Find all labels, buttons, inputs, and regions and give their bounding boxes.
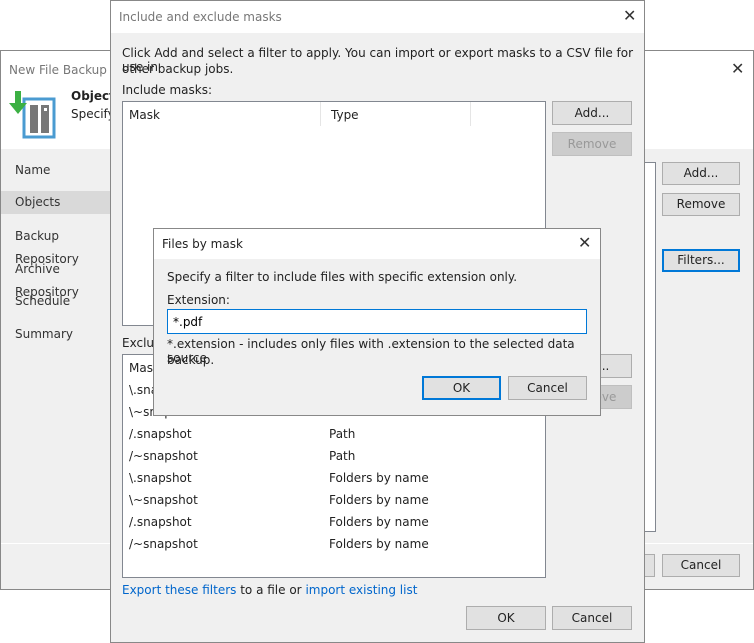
extension-input[interactable] bbox=[167, 309, 587, 334]
cell-mask: \~snapshot bbox=[129, 493, 198, 507]
export-import-line: Export these filters to a file or import… bbox=[122, 583, 417, 597]
col-divider bbox=[470, 102, 471, 126]
include-remove-button[interactable]: Remove bbox=[552, 132, 632, 156]
list-header: Mask Type bbox=[129, 104, 545, 126]
extension-label: Extension: bbox=[167, 293, 230, 307]
sidebar-item-backup-repository[interactable]: Backup Repository bbox=[1, 225, 111, 266]
close-icon[interactable]: ✕ bbox=[578, 233, 591, 252]
table-row[interactable]: \.snapshot Folders by name bbox=[129, 467, 545, 489]
cell-type: Path bbox=[329, 449, 356, 463]
cell-type: Folders by name bbox=[329, 537, 429, 551]
dialog-title: Files by mask bbox=[154, 229, 600, 259]
table-row[interactable]: /.snapshot Folders by name bbox=[129, 511, 545, 533]
help-text-2: backup. bbox=[167, 353, 215, 367]
cell-mask: \.snapshot bbox=[129, 471, 192, 485]
help-text-1: *.extension - includes only files with .… bbox=[167, 337, 575, 365]
files-by-mask-dialog: Files by mask ✕ Specify a filter to incl… bbox=[153, 228, 601, 416]
sidebar-item-name[interactable]: Name bbox=[1, 159, 111, 182]
table-row[interactable]: \~snapshot Folders by name bbox=[129, 489, 545, 511]
backup-job-icon bbox=[9, 91, 56, 139]
cancel-button[interactable]: Cancel bbox=[508, 376, 587, 400]
table-row[interactable]: /~snapshot Path bbox=[129, 445, 545, 467]
cancel-button[interactable]: Cancel bbox=[662, 554, 740, 577]
add-button[interactable]: Add... bbox=[662, 162, 740, 185]
cell-type: Folders by name bbox=[329, 493, 429, 507]
close-icon[interactable]: ✕ bbox=[623, 6, 636, 25]
include-add-button[interactable]: Add... bbox=[552, 101, 632, 125]
sidebar-item-objects[interactable]: Objects bbox=[1, 191, 111, 214]
col-divider bbox=[320, 102, 321, 126]
link-connector-text: to a file or bbox=[236, 583, 306, 597]
ok-button[interactable]: OK bbox=[422, 376, 501, 400]
cell-mask: /~snapshot bbox=[129, 449, 198, 463]
cancel-button[interactable]: Cancel bbox=[552, 606, 632, 630]
cell-mask: /~snapshot bbox=[129, 537, 198, 551]
filters-button[interactable]: Filters... bbox=[662, 249, 740, 272]
dialog-title: Include and exclude masks bbox=[111, 1, 644, 33]
ok-button[interactable]: OK bbox=[466, 606, 546, 630]
header-subtitle: Specify bbox=[71, 107, 115, 121]
close-icon[interactable]: ✕ bbox=[731, 59, 744, 78]
cell-type: Path bbox=[329, 427, 356, 441]
cell-mask: /.snapshot bbox=[129, 515, 192, 529]
import-list-link[interactable]: import existing list bbox=[305, 583, 417, 597]
sidebar-item-archive-repository[interactable]: Archive Repository bbox=[1, 258, 111, 299]
cell-mask: /.snapshot bbox=[129, 427, 192, 441]
export-filters-link[interactable]: Export these filters bbox=[122, 583, 236, 597]
description: Specify a filter to include files with s… bbox=[167, 270, 518, 284]
sidebar-item-summary[interactable]: Summary bbox=[1, 323, 111, 346]
include-masks-label: Include masks: bbox=[122, 83, 213, 97]
sidebar-item-schedule[interactable]: Schedule bbox=[1, 290, 111, 313]
intro-text-2: other backup jobs. bbox=[122, 62, 234, 76]
col-type[interactable]: Type bbox=[331, 104, 359, 126]
col-mask[interactable]: Mask bbox=[129, 108, 160, 122]
remove-button[interactable]: Remove bbox=[662, 193, 740, 216]
table-row[interactable]: /~snapshot Folders by name bbox=[129, 533, 545, 555]
cell-type: Folders by name bbox=[329, 471, 429, 485]
table-row[interactable]: /.snapshot Path bbox=[129, 423, 545, 445]
cell-type: Folders by name bbox=[329, 515, 429, 529]
